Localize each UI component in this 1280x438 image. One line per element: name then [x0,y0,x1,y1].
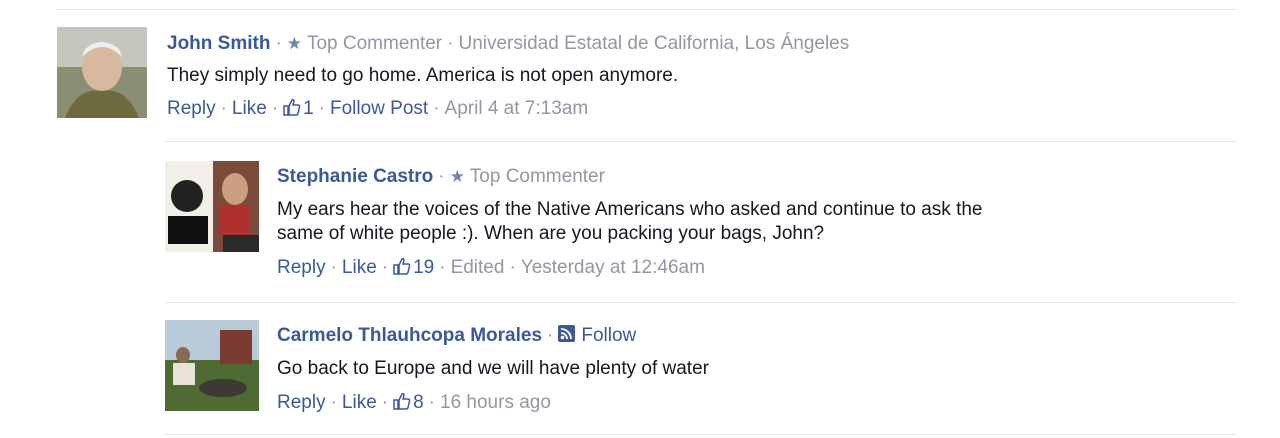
separator: · [439,257,446,278]
thumbs-up-icon [393,392,411,410]
timestamp[interactable]: Yesterday at 12:46am [521,257,705,278]
reply-divider-3 [165,434,1237,435]
separator: · [433,98,440,119]
author-name[interactable]: Stephanie Castro [277,166,433,187]
star-icon: ★ [286,34,303,53]
thumbs-up-icon [283,98,301,116]
avatar[interactable] [57,27,147,118]
separator: · [547,325,554,346]
author-name[interactable]: John Smith [167,33,270,54]
thumbs-up-icon [393,257,411,275]
reply-link[interactable]: Reply [277,392,326,413]
separator: · [438,166,445,187]
separator: · [220,98,227,119]
reply-divider-1 [165,141,1237,142]
separator: · [330,392,337,413]
top-commenter-badge: Top Commenter [469,166,605,187]
reply-link[interactable]: Reply [277,257,326,278]
separator: · [381,257,389,278]
timestamp[interactable]: 16 hours ago [440,392,551,413]
edited-label[interactable]: Edited [451,257,505,278]
separator: · [271,98,279,119]
like-link[interactable]: Like [342,257,377,278]
comment-text-line-2: same of white people :). When are you pa… [277,223,825,244]
comment-text: Go back to Europe and we will have plent… [277,358,709,379]
comment-text-line-1: My ears hear the voices of the Native Am… [277,199,983,220]
like-link[interactable]: Like [232,98,267,119]
separator: · [318,98,325,119]
top-commenter-badge: Top Commenter [306,33,443,54]
like-link[interactable]: Like [342,392,377,413]
timestamp[interactable]: April 4 at 7:13am [445,98,589,119]
separator: · [330,257,337,278]
comment-text: They simply need to go home. America is … [167,65,679,86]
separator: · [428,392,435,413]
like-count[interactable]: 1 [303,98,314,119]
rss-icon [558,325,576,342]
author-affiliation[interactable]: Universidad Estatal de California, Los Á… [458,33,849,54]
separator: · [381,392,389,413]
top-divider [57,9,1237,10]
reply-divider-2 [165,302,1237,303]
avatar[interactable] [165,161,259,252]
like-count[interactable]: 8 [413,392,424,413]
separator: · [275,33,282,54]
star-icon: ★ [449,167,465,186]
separator: · [447,33,454,54]
avatar[interactable] [165,320,259,411]
follow-post-link[interactable]: Follow Post [330,98,428,119]
like-count[interactable]: 19 [413,257,434,278]
separator: · [509,257,516,278]
reply-link[interactable]: Reply [167,98,216,119]
author-name[interactable]: Carmelo Thlauhcopa Morales [277,325,542,346]
follow-link[interactable]: Follow [581,325,636,346]
